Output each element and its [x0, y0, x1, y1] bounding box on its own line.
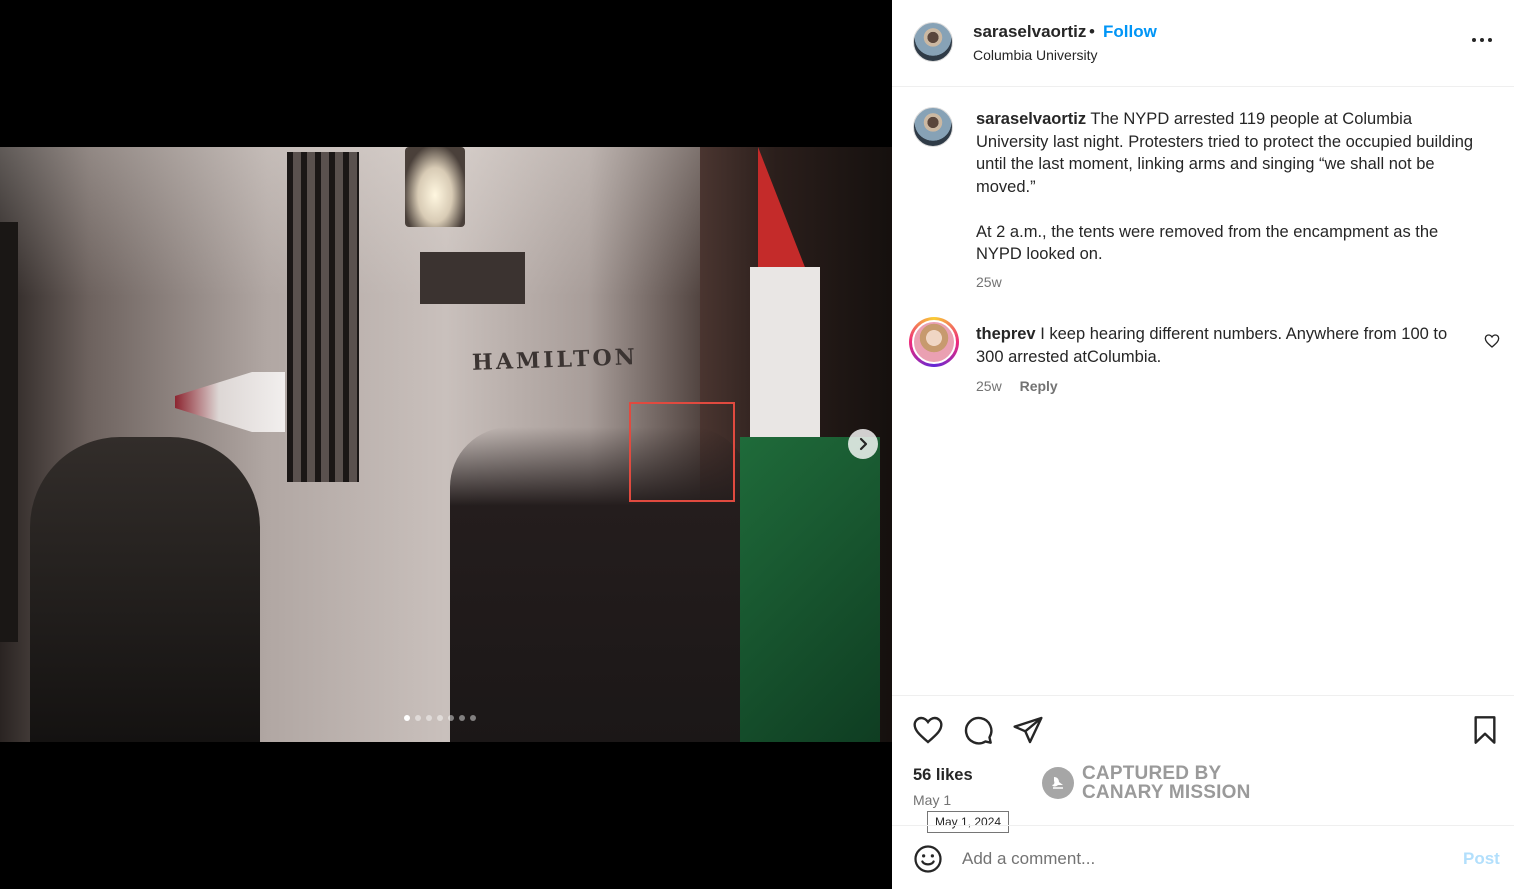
- canary-bird-icon: [1042, 767, 1074, 799]
- add-comment-bar: Post: [892, 825, 1514, 889]
- barred-window: [287, 152, 359, 482]
- share-send-icon[interactable]: [1012, 714, 1044, 746]
- post-date[interactable]: May 1: [913, 792, 951, 808]
- carousel-dot: [404, 715, 410, 721]
- caption-avatar[interactable]: [913, 107, 953, 147]
- next-slide-button[interactable]: [848, 429, 878, 459]
- carousel-dot: [459, 715, 465, 721]
- watermark: CAPTURED BY CANARY MISSION: [1042, 764, 1251, 802]
- reply-button[interactable]: Reply: [1020, 378, 1058, 394]
- chevron-right-icon: [859, 437, 868, 451]
- caption-timestamp[interactable]: 25w: [976, 274, 1002, 290]
- megaphone: [175, 372, 285, 432]
- person-with-megaphone: [30, 437, 260, 742]
- separator-dot: •: [1089, 22, 1095, 41]
- comment-text: I keep hearing different numbers. Anywhe…: [976, 325, 1448, 366]
- more-horizontal-icon[interactable]: [1470, 28, 1494, 52]
- location-link[interactable]: Columbia University: [973, 47, 1097, 63]
- flag-white: [750, 267, 820, 447]
- flag-green: [740, 437, 880, 742]
- post-comment-button[interactable]: Post: [1463, 849, 1500, 869]
- carousel-dots: [404, 715, 476, 721]
- comment-timestamp[interactable]: 25w: [976, 378, 1002, 394]
- carousel-dot: [426, 715, 432, 721]
- comment-like-icon[interactable]: [1484, 333, 1500, 349]
- author-avatar[interactable]: [913, 22, 953, 62]
- caption-username[interactable]: saraselvaortiz: [976, 110, 1086, 128]
- post-photo[interactable]: HAMILTON: [0, 147, 892, 742]
- watermark-line-1: CAPTURED BY: [1082, 763, 1222, 784]
- highlight-box: [629, 402, 735, 502]
- post-caption: saraselvaortiz The NYPD arrested 119 peo…: [976, 108, 1486, 266]
- carousel-dot: [437, 715, 443, 721]
- lamp: [405, 147, 465, 227]
- author-username[interactable]: saraselvaortiz: [973, 22, 1086, 42]
- comment-meta: 25w Reply: [976, 378, 1058, 394]
- media-pane: HAMILTON: [0, 0, 892, 889]
- save-bookmark-icon[interactable]: [1469, 714, 1501, 746]
- lamp-bracket: [420, 252, 525, 304]
- building-sign: HAMILTON: [471, 344, 639, 376]
- post-side-panel: saraselvaortiz • Follow Columbia Univers…: [892, 0, 1514, 889]
- comment-username[interactable]: theprev: [976, 325, 1036, 343]
- carousel-dot: [415, 715, 421, 721]
- comment-input[interactable]: [962, 844, 1432, 874]
- commenter-avatar[interactable]: [909, 317, 959, 367]
- comment-bubble-icon[interactable]: [962, 714, 994, 746]
- like-heart-icon[interactable]: [912, 714, 944, 746]
- emoji-icon[interactable]: [913, 844, 943, 874]
- instagram-post-view: HAMILTON saraselvaortiz • Follow Columbi…: [0, 0, 1514, 889]
- post-actions: 56 likes May 1 May 1, 2024 CAPTURED BY C…: [892, 695, 1514, 833]
- window-left: [0, 222, 18, 642]
- likes-count[interactable]: 56 likes: [913, 766, 973, 785]
- post-header: saraselvaortiz • Follow Columbia Univers…: [892, 0, 1514, 87]
- follow-button[interactable]: Follow: [1103, 22, 1157, 42]
- watermark-line-2: CANARY MISSION: [1082, 782, 1251, 803]
- carousel-dot: [448, 715, 454, 721]
- comment-item: theprev I keep hearing different numbers…: [976, 323, 1476, 368]
- carousel-dot: [470, 715, 476, 721]
- caption-text-2: At 2 a.m., the tents were removed from t…: [976, 222, 1439, 264]
